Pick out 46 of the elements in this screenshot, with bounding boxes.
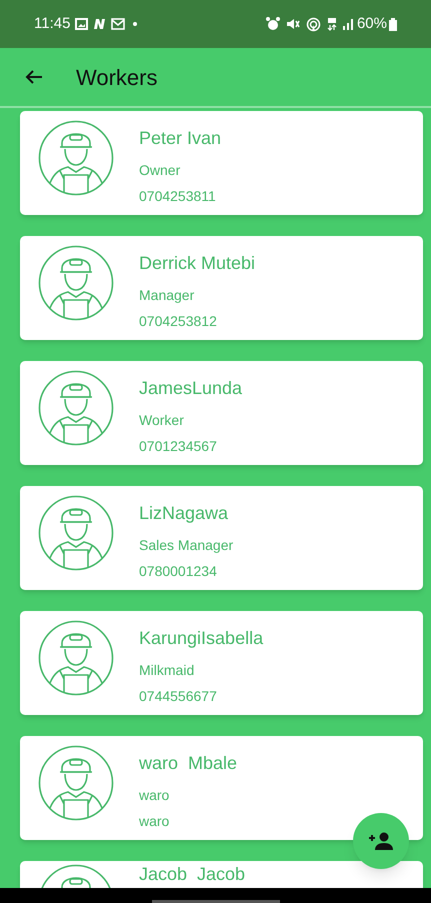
worker-card[interactable]: Jacob Jacob [20, 861, 423, 888]
worker-card[interactable]: LizNagawa Sales Manager 0780001234 [20, 486, 423, 590]
worker-phone: 0780001234 [139, 562, 218, 580]
worker-avatar-icon [38, 119, 114, 197]
photo-icon [75, 18, 88, 30]
worker-role: Manager [139, 286, 196, 304]
worker-avatar-icon [38, 619, 114, 697]
worker-phone: 0701234567 [139, 437, 218, 455]
worker-phone: waro [139, 812, 170, 830]
worker-card[interactable]: Derrick Mutebi Manager 0704253812 [20, 236, 423, 340]
worker-role: waro [139, 786, 170, 804]
worker-role: Sales Manager [139, 536, 234, 554]
worker-name: Derrick Mutebi [139, 252, 256, 274]
worker-name: JamesLunda [139, 377, 242, 399]
data-icon [326, 17, 337, 31]
worker-card[interactable]: Peter Ivan Owner 0704253811 [20, 111, 423, 215]
worker-card[interactable]: waro Mbale waro waro [20, 736, 423, 840]
worker-avatar-icon [38, 244, 114, 322]
n-logo-icon [92, 18, 108, 30]
worker-avatar-icon [38, 494, 114, 572]
worker-avatar-icon [38, 744, 114, 822]
mute-icon [286, 17, 300, 31]
worker-card[interactable]: JamesLunda Worker 0701234567 [20, 361, 423, 465]
battery-percent: 60% [356, 14, 387, 34]
status-time: 11:45 [34, 14, 70, 34]
worker-card[interactable]: KarungiIsabella Milkmaid 0744556677 [20, 611, 423, 715]
mail-icon [111, 18, 126, 30]
dot-icon [133, 22, 138, 26]
add-person-icon [368, 832, 394, 850]
worker-phone: 0744556677 [139, 687, 218, 705]
worker-name: LizNagawa [139, 502, 230, 524]
worker-name: KarungiIsabella [139, 627, 264, 649]
screen-title: Workers [76, 64, 158, 92]
back-arrow-icon [25, 69, 43, 85]
signal-icon [342, 18, 354, 30]
worker-name: waro Mbale [139, 752, 238, 774]
battery-icon [389, 18, 397, 30]
worker-role: Owner [139, 161, 182, 179]
hotspot-icon [306, 16, 321, 32]
worker-role: Milkmaid [139, 661, 196, 679]
worker-name: Peter Ivan [139, 127, 222, 149]
worker-role: Worker [139, 411, 185, 429]
worker-name: Jacob Jacob [139, 863, 246, 885]
worker-avatar-icon [38, 369, 114, 447]
worker-phone: 0704253811 [139, 187, 217, 205]
worker-phone: 0704253812 [139, 312, 218, 330]
